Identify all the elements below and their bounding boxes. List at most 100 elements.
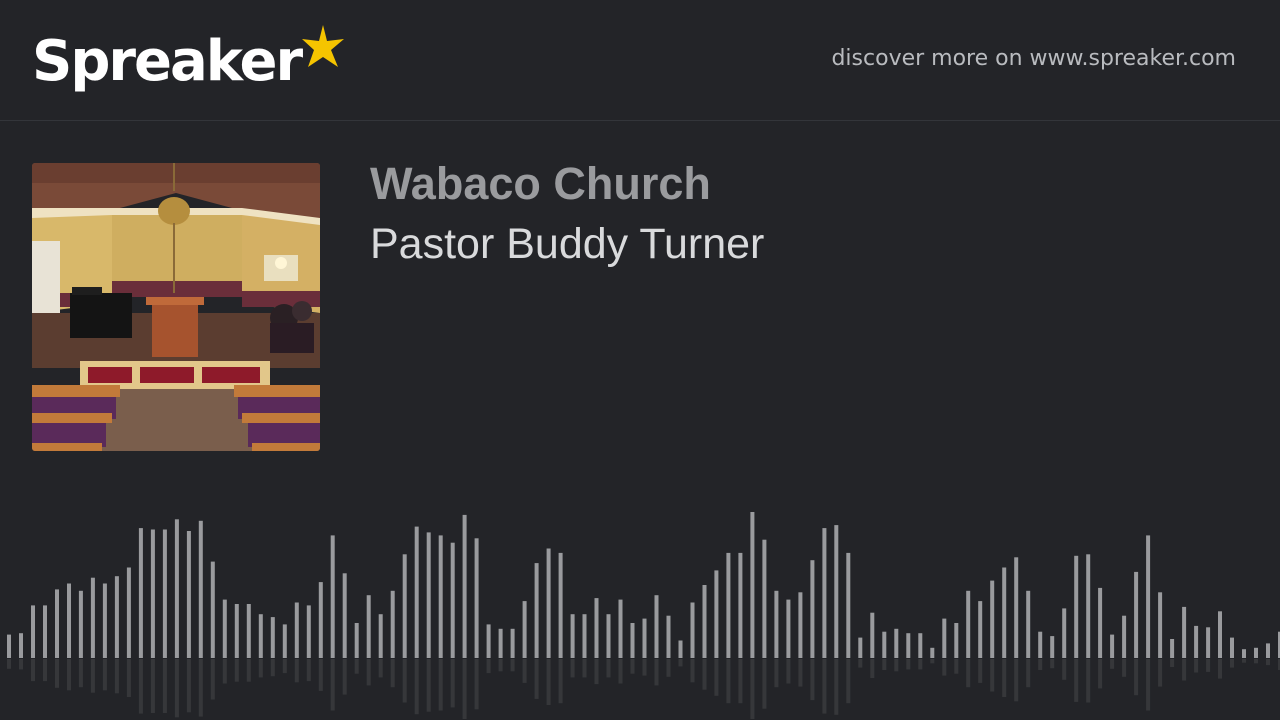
waveform-bar-reflection — [462, 659, 467, 719]
waveform-bar — [1026, 590, 1031, 658]
waveform-bar — [67, 583, 71, 658]
waveform-bar — [630, 623, 635, 658]
waveform-bar-reflection — [822, 659, 827, 714]
waveform-bar — [1158, 592, 1163, 658]
waveform-bar-reflection — [918, 659, 923, 670]
waveform-bar — [606, 614, 611, 658]
waveform-bar — [414, 526, 419, 658]
waveform-bar — [1206, 627, 1211, 658]
waveform-bar-reflection — [174, 659, 179, 718]
waveform-bar-reflection — [1146, 659, 1151, 711]
waveform-bar-reflection — [810, 659, 815, 701]
waveform-bar-reflection — [774, 659, 779, 688]
waveform-bar-reflection — [19, 659, 23, 670]
waveform-bar-reflection — [450, 659, 455, 708]
audio-waveform[interactable] — [0, 500, 1280, 720]
waveform-bar-reflection — [126, 659, 131, 697]
waveform-bar — [1218, 611, 1222, 658]
waveform-bar — [870, 612, 875, 658]
waveform-bar-reflection — [378, 659, 383, 678]
waveform-bar — [1146, 535, 1151, 658]
waveform-bar-reflection — [1134, 659, 1139, 696]
waveform-bar-reflection — [690, 659, 695, 683]
waveform-bar-reflection — [966, 659, 971, 688]
waveform-bar — [762, 539, 767, 658]
waveform-bar-reflection — [222, 659, 227, 684]
waveform-bar — [1086, 554, 1091, 658]
waveform-bar-reflection — [666, 659, 671, 677]
waveform-bar — [486, 624, 491, 658]
waveform-bar — [210, 561, 215, 658]
waveform-bar-reflection — [1122, 659, 1127, 677]
waveform-bar — [834, 525, 839, 658]
waveform-bar-reflection — [31, 659, 35, 682]
waveform-bar-reflection — [67, 659, 71, 691]
waveform-bar — [270, 617, 275, 658]
waveform-bar — [198, 520, 203, 658]
waveform-bar — [366, 595, 371, 658]
waveform-bar-reflection — [342, 659, 347, 695]
waveform-bar — [738, 552, 743, 658]
waveform-bar-reflection — [762, 659, 767, 709]
waveform-bar-reflection — [954, 659, 959, 674]
star-icon — [302, 25, 345, 67]
show-title[interactable]: Wabaco Church — [370, 158, 711, 210]
waveform-bar-reflection — [534, 659, 539, 699]
spreaker-logo[interactable]: Spreaker — [32, 22, 351, 102]
waveform-bar — [90, 577, 95, 658]
waveform-bar — [1194, 625, 1199, 658]
waveform-bar — [186, 531, 191, 658]
waveform-bar — [390, 590, 395, 658]
waveform-bar — [690, 602, 695, 658]
waveform-bar-reflection — [678, 659, 683, 667]
waveform-bar-reflection — [606, 659, 611, 678]
podcast-player: Spreaker discover more on www.spreaker.c… — [0, 0, 1280, 720]
waveform-bar — [558, 552, 563, 658]
waveform-bar-reflection — [246, 659, 251, 682]
waveform-bar — [534, 563, 539, 658]
waveform-bar — [378, 614, 383, 658]
waveform-bar — [810, 560, 815, 658]
waveform-bar — [954, 623, 959, 658]
waveform-bar-reflection — [270, 659, 275, 677]
waveform-bar — [294, 602, 299, 658]
waveform-bar-reflection — [1182, 659, 1187, 681]
episode-title: Pastor Buddy Turner — [370, 220, 765, 268]
waveform-bar-reflection — [546, 659, 551, 705]
waveform-bar-reflection — [1194, 659, 1199, 673]
waveform-bar-reflection — [1206, 659, 1211, 672]
waveform-bar — [846, 552, 851, 658]
waveform-bar — [858, 637, 863, 658]
waveform-bar — [1230, 637, 1234, 658]
episode-cover-image — [32, 163, 320, 451]
logo-wordmark: Spreaker — [32, 29, 303, 94]
waveform-bar-reflection — [750, 659, 755, 719]
waveform-bar-reflection — [1266, 659, 1270, 666]
waveform-bar-reflection — [714, 659, 719, 696]
waveform-bar-reflection — [366, 659, 371, 686]
waveform-bar-reflection — [294, 659, 299, 683]
waveform-bar-reflection — [426, 659, 431, 712]
waveform-bar — [822, 528, 827, 658]
waveform-bar-reflection — [630, 659, 635, 674]
waveform-bar-reflection — [738, 659, 743, 704]
waveform-bar — [246, 604, 251, 658]
waveform-bar — [1242, 649, 1246, 658]
waveform-bar — [798, 592, 803, 658]
waveform-bar — [906, 633, 911, 658]
waveform-bar-reflection — [798, 659, 803, 687]
waveform-bar — [43, 605, 47, 658]
waveform-bar-reflection — [930, 659, 935, 664]
waveform-bar — [1170, 639, 1175, 658]
waveform-bar — [474, 538, 479, 658]
waveform-bar-reflection — [306, 659, 311, 682]
waveform-bar — [978, 601, 983, 658]
discover-link[interactable]: discover more on www.spreaker.com — [831, 46, 1236, 71]
waveform-bar — [330, 535, 335, 658]
waveform-bar-reflection — [390, 659, 395, 688]
waveform-bar — [522, 601, 527, 658]
waveform-bar — [1182, 606, 1187, 658]
waveform-bar — [582, 614, 587, 658]
waveform-bar-reflection — [1002, 659, 1007, 697]
waveform-bar — [1110, 634, 1115, 658]
